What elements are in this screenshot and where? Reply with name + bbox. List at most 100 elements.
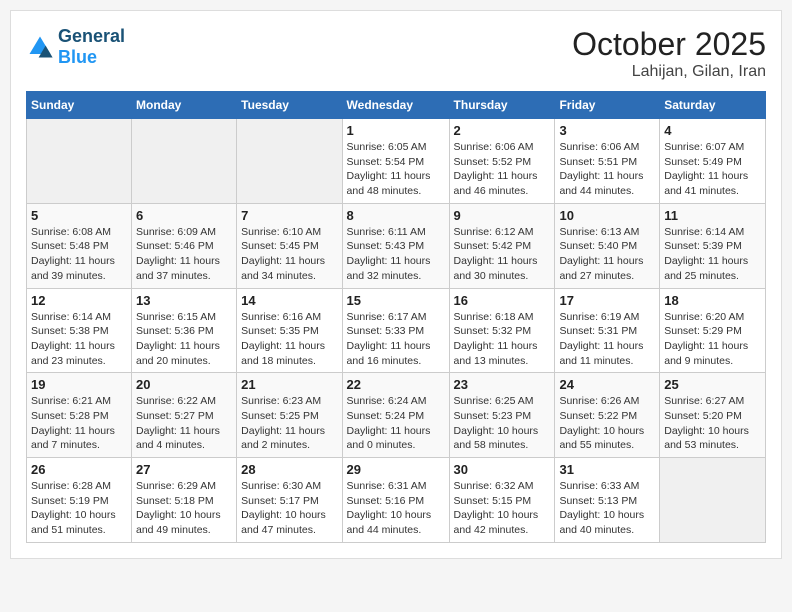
calendar-cell: 20 Sunrise: 6:22 AM Sunset: 5:27 PM Dayli… xyxy=(132,373,237,458)
day-number: 30 xyxy=(454,462,551,477)
calendar-cell: 2 Sunrise: 6:06 AM Sunset: 5:52 PM Daylig… xyxy=(449,119,555,204)
day-number: 20 xyxy=(136,377,232,392)
header: General Blue October 2025 Lahijan, Gilan… xyxy=(26,26,766,81)
calendar-cell: 31 Sunrise: 6:33 AM Sunset: 5:13 PM Dayli… xyxy=(555,458,660,543)
day-number: 5 xyxy=(31,208,127,223)
day-info: Sunrise: 6:33 AM Sunset: 5:13 PM Dayligh… xyxy=(559,479,655,538)
calendar-body: 1 Sunrise: 6:05 AM Sunset: 5:54 PM Daylig… xyxy=(27,119,766,543)
weekday-header: Wednesday xyxy=(342,92,449,119)
calendar-cell: 3 Sunrise: 6:06 AM Sunset: 5:51 PM Daylig… xyxy=(555,119,660,204)
calendar-week-row: 5 Sunrise: 6:08 AM Sunset: 5:48 PM Daylig… xyxy=(27,203,766,288)
weekday-header: Saturday xyxy=(660,92,766,119)
calendar-cell: 9 Sunrise: 6:12 AM Sunset: 5:42 PM Daylig… xyxy=(449,203,555,288)
day-info: Sunrise: 6:19 AM Sunset: 5:31 PM Dayligh… xyxy=(559,310,655,369)
day-info: Sunrise: 6:23 AM Sunset: 5:25 PM Dayligh… xyxy=(241,394,337,453)
calendar-cell: 6Sunrise: 6:09 AM Sunset: 5:46 PM Daylig… xyxy=(132,203,237,288)
calendar-cell: 12Sunrise: 6:14 AM Sunset: 5:38 PM Dayli… xyxy=(27,288,132,373)
day-info: Sunrise: 6:27 AM Sunset: 5:20 PM Dayligh… xyxy=(664,394,761,453)
day-number: 8 xyxy=(347,208,445,223)
calendar-cell: 4 Sunrise: 6:07 AM Sunset: 5:49 PM Daylig… xyxy=(660,119,766,204)
calendar-week-row: 26 Sunrise: 6:28 AM Sunset: 5:19 PM Dayli… xyxy=(27,458,766,543)
calendar-cell xyxy=(27,119,132,204)
day-info: Sunrise: 6:30 AM Sunset: 5:17 PM Dayligh… xyxy=(241,479,337,538)
day-number: 11 xyxy=(664,208,761,223)
day-number: 12 xyxy=(31,293,127,308)
day-number: 10 xyxy=(559,208,655,223)
calendar-cell: 13 Sunrise: 6:15 AM Sunset: 5:36 PM Dayli… xyxy=(132,288,237,373)
day-number: 9 xyxy=(454,208,551,223)
day-info: Sunrise: 6:22 AM Sunset: 5:27 PM Dayligh… xyxy=(136,394,232,453)
day-info: Sunrise: 6:21 AM Sunset: 5:28 PM Dayligh… xyxy=(31,394,127,453)
calendar-cell: 30 Sunrise: 6:32 AM Sunset: 5:15 PM Dayli… xyxy=(449,458,555,543)
calendar-cell: 1 Sunrise: 6:05 AM Sunset: 5:54 PM Daylig… xyxy=(342,119,449,204)
day-info: Sunrise: 6:10 AM Sunset: 5:45 PM Dayligh… xyxy=(241,225,337,284)
day-info: Sunrise: 6:11 AM Sunset: 5:43 PM Dayligh… xyxy=(347,225,445,284)
logo-icon xyxy=(26,33,54,61)
calendar-cell: 15 Sunrise: 6:17 AM Sunset: 5:33 PM Dayli… xyxy=(342,288,449,373)
day-info: Sunrise: 6:06 AM Sunset: 5:52 PM Dayligh… xyxy=(454,140,551,199)
logo-text: General Blue xyxy=(58,26,125,68)
day-info: Sunrise: 6:05 AM Sunset: 5:54 PM Dayligh… xyxy=(347,140,445,199)
day-number: 29 xyxy=(347,462,445,477)
day-info: Sunrise: 6:15 AM Sunset: 5:36 PM Dayligh… xyxy=(136,310,232,369)
day-number: 2 xyxy=(454,123,551,138)
calendar-cell: 14Sunrise: 6:16 AM Sunset: 5:35 PM Dayli… xyxy=(237,288,342,373)
calendar-cell: 27Sunrise: 6:29 AM Sunset: 5:18 PM Dayli… xyxy=(132,458,237,543)
day-number: 17 xyxy=(559,293,655,308)
day-info: Sunrise: 6:09 AM Sunset: 5:46 PM Dayligh… xyxy=(136,225,232,284)
day-number: 13 xyxy=(136,293,232,308)
day-number: 7 xyxy=(241,208,337,223)
day-number: 18 xyxy=(664,293,761,308)
calendar-cell xyxy=(660,458,766,543)
day-info: Sunrise: 6:16 AM Sunset: 5:35 PM Dayligh… xyxy=(241,310,337,369)
day-info: Sunrise: 6:25 AM Sunset: 5:23 PM Dayligh… xyxy=(454,394,551,453)
weekday-header: Tuesday xyxy=(237,92,342,119)
day-info: Sunrise: 6:24 AM Sunset: 5:24 PM Dayligh… xyxy=(347,394,445,453)
calendar-cell xyxy=(237,119,342,204)
calendar-cell: 18 Sunrise: 6:20 AM Sunset: 5:29 PM Dayli… xyxy=(660,288,766,373)
day-number: 16 xyxy=(454,293,551,308)
day-number: 25 xyxy=(664,377,761,392)
calendar-cell: 10Sunrise: 6:13 AM Sunset: 5:40 PM Dayli… xyxy=(555,203,660,288)
calendar-cell: 29 Sunrise: 6:31 AM Sunset: 5:16 PM Dayli… xyxy=(342,458,449,543)
day-info: Sunrise: 6:31 AM Sunset: 5:16 PM Dayligh… xyxy=(347,479,445,538)
day-number: 26 xyxy=(31,462,127,477)
calendar-cell: 16Sunrise: 6:18 AM Sunset: 5:32 PM Dayli… xyxy=(449,288,555,373)
calendar-cell: 8 Sunrise: 6:11 AM Sunset: 5:43 PM Daylig… xyxy=(342,203,449,288)
day-number: 19 xyxy=(31,377,127,392)
title-section: October 2025 Lahijan, Gilan, Iran xyxy=(572,26,766,81)
day-info: Sunrise: 6:20 AM Sunset: 5:29 PM Dayligh… xyxy=(664,310,761,369)
logo: General Blue xyxy=(26,26,125,68)
day-info: Sunrise: 6:12 AM Sunset: 5:42 PM Dayligh… xyxy=(454,225,551,284)
calendar-week-row: 1 Sunrise: 6:05 AM Sunset: 5:54 PM Daylig… xyxy=(27,119,766,204)
day-number: 3 xyxy=(559,123,655,138)
calendar-cell: 28 Sunrise: 6:30 AM Sunset: 5:17 PM Dayli… xyxy=(237,458,342,543)
location: Lahijan, Gilan, Iran xyxy=(572,63,766,81)
calendar-cell: 22 Sunrise: 6:24 AM Sunset: 5:24 PM Dayli… xyxy=(342,373,449,458)
day-info: Sunrise: 6:08 AM Sunset: 5:48 PM Dayligh… xyxy=(31,225,127,284)
calendar-cell: 24Sunrise: 6:26 AM Sunset: 5:22 PM Dayli… xyxy=(555,373,660,458)
day-info: Sunrise: 6:06 AM Sunset: 5:51 PM Dayligh… xyxy=(559,140,655,199)
day-number: 15 xyxy=(347,293,445,308)
day-info: Sunrise: 6:17 AM Sunset: 5:33 PM Dayligh… xyxy=(347,310,445,369)
day-info: Sunrise: 6:07 AM Sunset: 5:49 PM Dayligh… xyxy=(664,140,761,199)
day-number: 4 xyxy=(664,123,761,138)
day-number: 28 xyxy=(241,462,337,477)
day-number: 27 xyxy=(136,462,232,477)
calendar-cell: 25 Sunrise: 6:27 AM Sunset: 5:20 PM Dayli… xyxy=(660,373,766,458)
calendar-cell: 17 Sunrise: 6:19 AM Sunset: 5:31 PM Dayli… xyxy=(555,288,660,373)
calendar-cell: 19 Sunrise: 6:21 AM Sunset: 5:28 PM Dayli… xyxy=(27,373,132,458)
day-info: Sunrise: 6:32 AM Sunset: 5:15 PM Dayligh… xyxy=(454,479,551,538)
weekday-header-row: SundayMondayTuesdayWednesdayThursdayFrid… xyxy=(27,92,766,119)
day-number: 1 xyxy=(347,123,445,138)
day-number: 23 xyxy=(454,377,551,392)
day-info: Sunrise: 6:28 AM Sunset: 5:19 PM Dayligh… xyxy=(31,479,127,538)
calendar-cell: 26 Sunrise: 6:28 AM Sunset: 5:19 PM Dayli… xyxy=(27,458,132,543)
calendar-table: SundayMondayTuesdayWednesdayThursdayFrid… xyxy=(26,91,766,543)
calendar-page: General Blue October 2025 Lahijan, Gilan… xyxy=(10,10,782,559)
weekday-header: Thursday xyxy=(449,92,555,119)
day-number: 21 xyxy=(241,377,337,392)
calendar-cell: 21 Sunrise: 6:23 AM Sunset: 5:25 PM Dayli… xyxy=(237,373,342,458)
day-number: 31 xyxy=(559,462,655,477)
day-number: 22 xyxy=(347,377,445,392)
